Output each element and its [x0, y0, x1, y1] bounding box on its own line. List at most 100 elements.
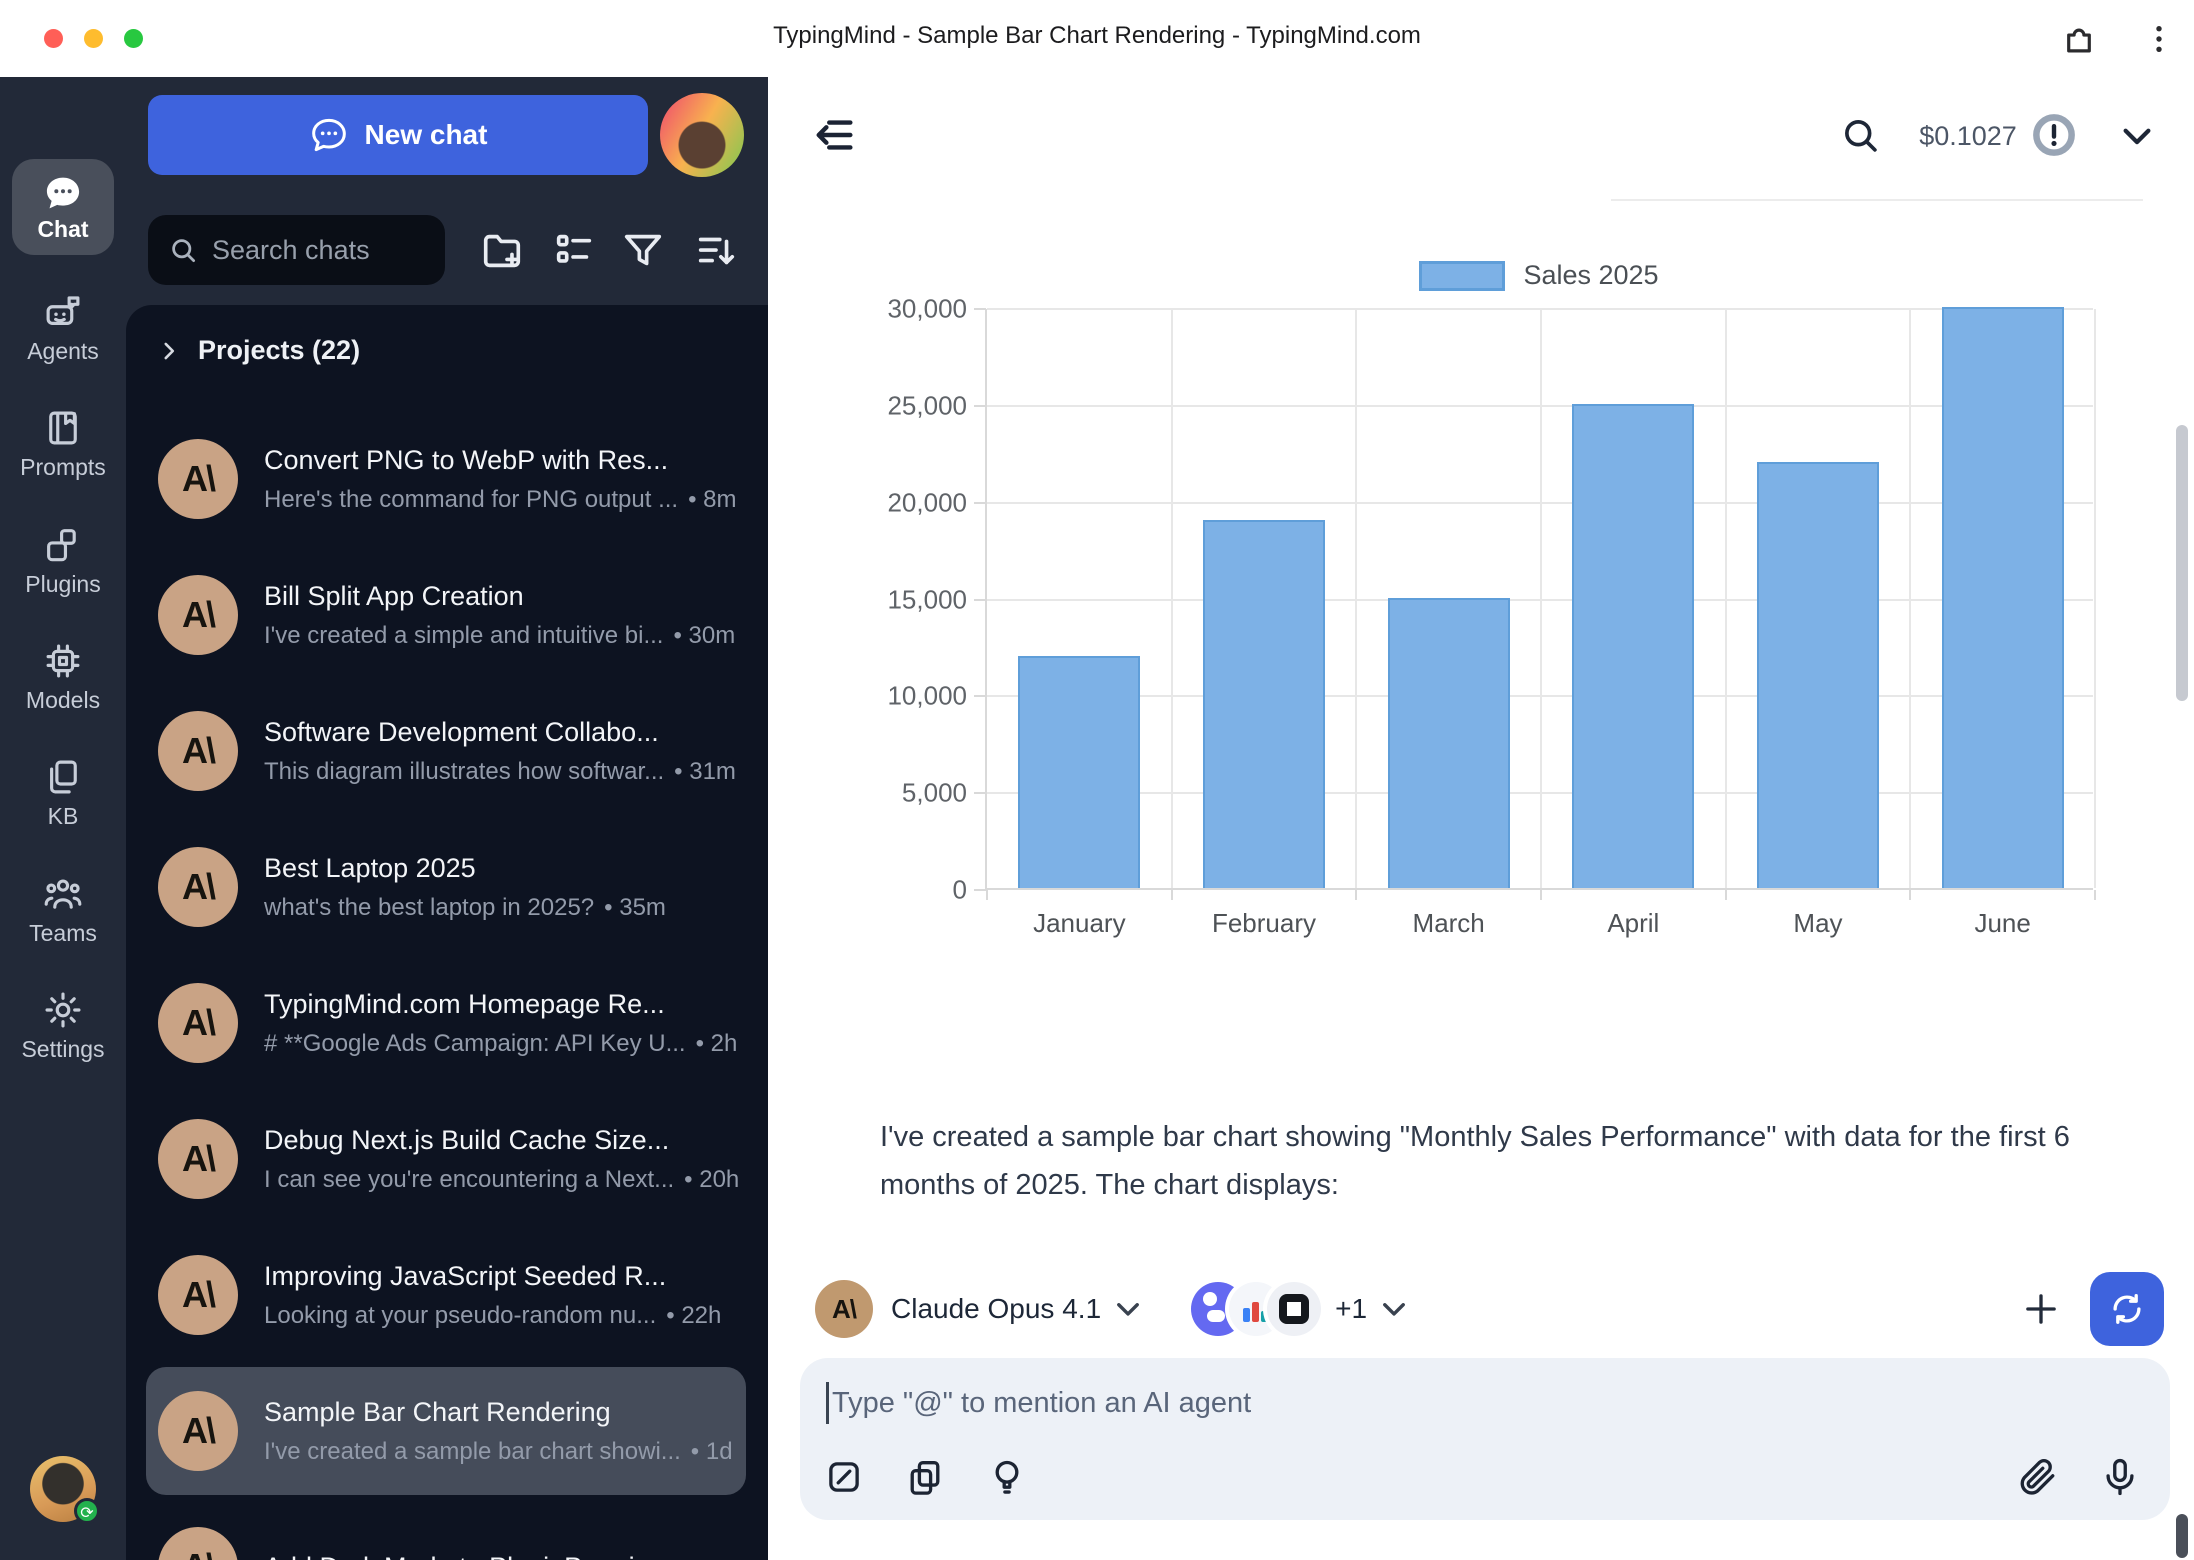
projects-label: Projects (22)	[198, 335, 360, 366]
chat-timestamp: • 8m	[688, 486, 736, 513]
anthropic-avatar: A\	[158, 575, 238, 655]
search-chats-input[interactable]: Search chats	[148, 215, 445, 285]
chat-title: Best Laptop 2025	[264, 853, 666, 884]
regenerate-button[interactable]	[2090, 1272, 2164, 1346]
x-axis-label: April	[1541, 908, 1726, 939]
chat-list-item[interactable]: A\TypingMind.com Homepage Re...# **Googl…	[146, 959, 746, 1087]
models-icon	[42, 640, 84, 682]
gridline	[1171, 309, 1173, 888]
projects-toggle[interactable]: Projects (22)	[156, 335, 360, 366]
bar-may	[1757, 462, 1879, 888]
canvas-edit-icon[interactable]	[823, 1456, 865, 1498]
chat-list-item[interactable]: A\Sample Bar Chart RenderingI've created…	[146, 1367, 746, 1495]
chat-bubble-icon	[309, 115, 349, 155]
rail-item-chat[interactable]: Chat	[12, 159, 114, 255]
x-axis-label: June	[1910, 908, 2095, 939]
rail-item-models[interactable]: Models	[0, 640, 126, 714]
y-axis-label: 10,000	[887, 681, 967, 712]
x-axis-label: March	[1356, 908, 1541, 939]
chat-timestamp: • 20h	[684, 1166, 739, 1193]
chevron-down-icon[interactable]	[1111, 1292, 1145, 1326]
x-axis-tick	[1355, 890, 1357, 900]
chat-list-item[interactable]: A\Improving JavaScript Seeded R...Lookin…	[146, 1231, 746, 1359]
search-conversation-icon[interactable]	[1839, 114, 1881, 156]
rail-item-plugins[interactable]: Plugins	[0, 524, 126, 598]
new-chat-button[interactable]: New chat	[148, 95, 648, 175]
x-axis-tick	[1171, 890, 1173, 900]
plugins-more-count[interactable]: +1	[1335, 1293, 1367, 1325]
cost-indicator[interactable]: $0.1027	[1908, 121, 2028, 152]
chat-list-item[interactable]: A\Add Dark Mode to PluginPermi...	[146, 1503, 746, 1560]
profile-avatar[interactable]	[660, 93, 744, 177]
chat-subtitle: I can see you're encountering a Next...•…	[264, 1166, 736, 1194]
scrollbar-thumb-bottom[interactable]	[2176, 1514, 2188, 1558]
x-axis-label: May	[1726, 908, 1911, 939]
cost-warning-icon[interactable]	[2031, 112, 2077, 158]
chat-subtitle: # **Google Ads Campaign: API Key U...• 2…	[264, 1030, 736, 1058]
rail-item-teams[interactable]: Teams	[0, 873, 126, 947]
rail-item-label: Chat	[37, 216, 88, 243]
chat-list-item[interactable]: A\Debug Next.js Build Cache Size...I can…	[146, 1095, 746, 1223]
chat-subtitle: This diagram illustrates how softwar...•…	[264, 758, 736, 786]
agents-icon	[42, 291, 84, 333]
rail-item-label: Teams	[29, 920, 97, 947]
lightbulb-icon[interactable]	[986, 1456, 1028, 1498]
y-axis-tick	[974, 502, 986, 504]
rail-item-label: Prompts	[20, 454, 106, 481]
new-folder-icon[interactable]	[479, 228, 525, 274]
rail-item-settings[interactable]: Settings	[0, 989, 126, 1063]
gridline	[1540, 309, 1542, 888]
plugins-icon	[42, 524, 84, 566]
sync-badge-icon: ⟳	[74, 1498, 100, 1524]
bulk-select-icon[interactable]	[551, 228, 597, 274]
y-axis-label: 5,000	[902, 778, 967, 809]
window-title: TypingMind - Sample Bar Chart Rendering …	[0, 22, 2194, 50]
chat-list-item[interactable]: A\Convert PNG to WebP with Res...Here's …	[146, 415, 746, 543]
rail-item-label: Plugins	[25, 571, 100, 598]
chat-icon	[42, 172, 84, 214]
chat-list-item[interactable]: A\Software Development Collabo...This di…	[146, 687, 746, 815]
header-divider	[1611, 199, 2143, 201]
scroll-down-icon[interactable]	[2116, 115, 2158, 157]
rail-item-label: Settings	[21, 1036, 104, 1063]
chat-list-item[interactable]: A\Best Laptop 2025what's the best laptop…	[146, 823, 746, 951]
chat-title: TypingMind.com Homepage Re...	[264, 989, 736, 1020]
chat-subtitle: I've created a sample bar chart showi...…	[264, 1438, 733, 1466]
bar-chart: 05,00010,00015,00020,00025,00030,000Janu…	[985, 309, 2093, 890]
microphone-icon[interactable]	[2099, 1456, 2141, 1498]
nav-rail: Chat Agents Prompts Plugins Models KB Teams Set…	[0, 77, 126, 1560]
assistant-message: I've created a sample bar chart showing …	[880, 1113, 2110, 1209]
composer-input[interactable]: Type "@" to mention an AI agent	[826, 1382, 1251, 1424]
teams-icon	[42, 873, 84, 915]
chat-title: Debug Next.js Build Cache Size...	[264, 1125, 736, 1156]
message-composer[interactable]: Type "@" to mention an AI agent	[800, 1358, 2170, 1520]
y-axis-label: 30,000	[887, 294, 967, 325]
new-chat-label: New chat	[365, 119, 488, 151]
user-avatar[interactable]: ⟳	[30, 1456, 96, 1522]
x-axis-label: February	[1172, 908, 1357, 939]
chat-list-panel: Projects (22) A\Convert PNG to WebP with…	[126, 305, 768, 1560]
extensions-icon[interactable]	[2060, 20, 2098, 58]
text-caret	[826, 1382, 829, 1424]
chat-list-item[interactable]: A\Bill Split App CreationI've created a …	[146, 551, 746, 679]
browser-menu-icon[interactable]	[2140, 20, 2178, 58]
attach-file-icon[interactable]	[2016, 1456, 2058, 1498]
model-selector[interactable]: Claude Opus 4.1	[891, 1293, 1101, 1325]
rail-item-kb[interactable]: KB	[0, 756, 126, 830]
filter-icon[interactable]	[620, 228, 666, 274]
rail-item-label: KB	[48, 803, 79, 830]
collapse-sidebar-icon[interactable]	[812, 112, 858, 158]
chat-timestamp: • 22h	[666, 1302, 721, 1329]
plugins-chevron-down-icon[interactable]	[1377, 1292, 1411, 1326]
anthropic-avatar: A\	[158, 439, 238, 519]
chart-legend: Sales 2025	[985, 260, 2093, 291]
rail-item-agents[interactable]: Agents	[0, 291, 126, 365]
copy-pages-icon[interactable]	[904, 1456, 946, 1498]
gridline	[1909, 309, 1911, 888]
legend-swatch	[1419, 261, 1505, 291]
scrollbar-thumb[interactable]	[2176, 425, 2188, 701]
new-message-plus-icon[interactable]	[2020, 1288, 2062, 1330]
plugins-selector[interactable]	[1191, 1282, 1321, 1336]
sort-icon[interactable]	[693, 228, 739, 274]
rail-item-prompts[interactable]: Prompts	[0, 407, 126, 481]
